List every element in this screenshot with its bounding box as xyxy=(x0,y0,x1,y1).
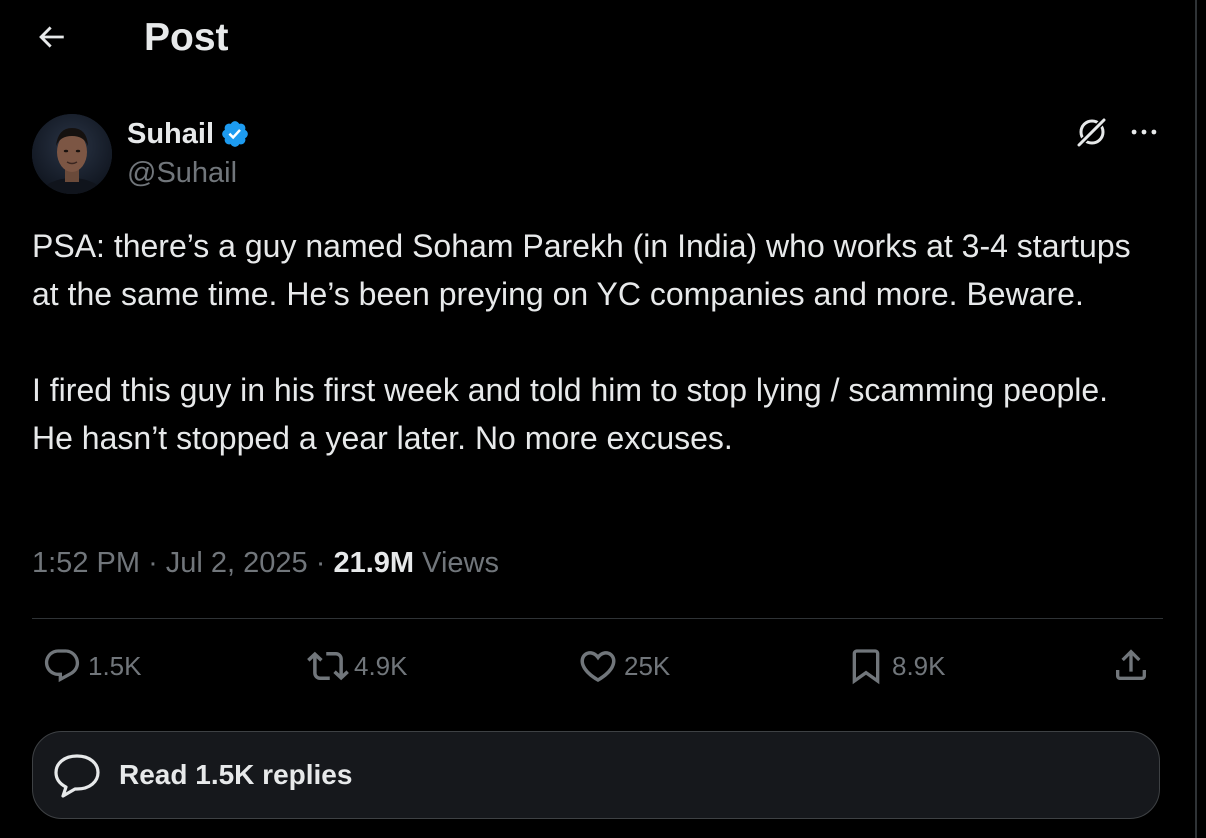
tweet-text: PSA: there’s a guy named Soham Parekh (i… xyxy=(32,222,1142,462)
header: Post xyxy=(0,0,1195,80)
like-count: 25K xyxy=(624,650,671,681)
share-icon xyxy=(1111,645,1151,690)
tweet-time[interactable]: 1:52 PM xyxy=(32,547,140,579)
avatar-image xyxy=(32,114,112,194)
reply-button[interactable]: 1.5K xyxy=(40,644,142,688)
back-button[interactable] xyxy=(28,16,74,62)
post-page: Post Suhail @Suhail PSA: there’s a guy n… xyxy=(0,0,1206,838)
page-title: Post xyxy=(144,16,229,59)
bookmark-count: 8.9K xyxy=(892,650,946,681)
reply-icon xyxy=(40,644,84,688)
views-count[interactable]: 21.9M xyxy=(333,547,414,579)
like-button[interactable]: 25K xyxy=(576,644,670,688)
tweet-meta: 1:52 PM · Jul 2, 2025 · 21.9M Views xyxy=(32,543,499,583)
meta-separator: · xyxy=(315,547,326,579)
tweet-paragraph: I fired this guy in his first week and t… xyxy=(32,372,1109,456)
author-name-row[interactable]: Suhail xyxy=(127,114,252,154)
tweet-paragraph: PSA: there’s a guy named Soham Parekh (i… xyxy=(32,228,1131,312)
meta-separator: · xyxy=(148,547,158,579)
read-replies-label: Read 1.5K replies xyxy=(119,759,353,790)
repost-count: 4.9K xyxy=(354,650,408,681)
repost-button[interactable]: 4.9K xyxy=(306,644,408,688)
verified-badge-icon[interactable] xyxy=(220,118,252,150)
author-handle[interactable]: @Suhail xyxy=(127,154,237,192)
more-options-button[interactable] xyxy=(1124,114,1164,154)
bookmark-button[interactable]: 8.9K xyxy=(844,644,946,688)
speech-bubble-icon xyxy=(49,747,105,803)
share-button[interactable] xyxy=(1108,644,1154,690)
column-border xyxy=(1195,0,1197,838)
grok-button[interactable] xyxy=(1072,114,1112,154)
heart-icon xyxy=(576,644,620,688)
views-label: Views xyxy=(422,547,499,579)
reply-count: 1.5K xyxy=(88,650,142,681)
more-horizontal-icon xyxy=(1127,115,1161,154)
divider xyxy=(32,618,1163,619)
avatar[interactable] xyxy=(32,114,112,194)
grok-icon xyxy=(1074,114,1110,155)
repost-icon xyxy=(306,644,350,688)
bookmark-icon xyxy=(844,644,888,688)
read-replies-button[interactable]: Read 1.5K replies xyxy=(32,731,1160,819)
author-name[interactable]: Suhail xyxy=(127,115,214,153)
arrow-left-icon xyxy=(34,20,68,59)
tweet-date[interactable]: Jul 2, 2025 xyxy=(166,547,308,579)
